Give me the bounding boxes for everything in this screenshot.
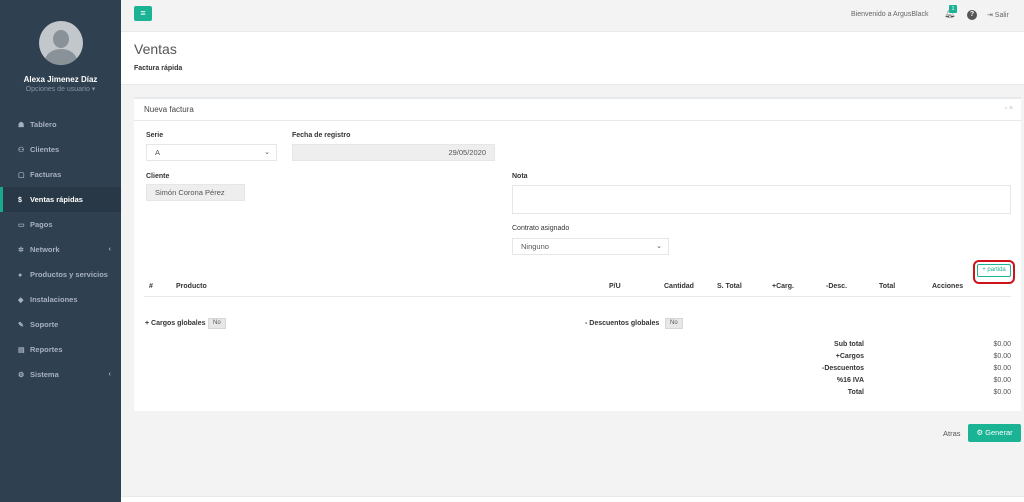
serie-label: Serie <box>146 132 164 139</box>
welcome-message: Bienvenido a ArgusBlack <box>851 11 929 18</box>
profile: Alexa Jimenez Díaz Opciones de usuario ▾ <box>0 0 121 105</box>
invoice-card: Nueva factura ▫ × Serie A ⌄ Fecha de reg… <box>134 97 1021 411</box>
cargos-globales-label: + Cargos globales <box>145 320 206 327</box>
sidebar-item-label: Pagos <box>30 220 53 229</box>
cargos-globales-toggle[interactable]: No <box>208 318 226 329</box>
cliente-field: Simón Corona Pérez <box>146 184 245 201</box>
support-icon: ✎ <box>18 322 24 329</box>
sidebar: Alexa Jimenez Díaz Opciones de usuario ▾… <box>0 0 121 502</box>
page-title: Ventas <box>134 41 177 57</box>
generate-button[interactable]: ⚙ Generar <box>968 424 1021 442</box>
sidebar-nav: ☗ Tablero ⚇ Clientes ▢ Facturas $ Ventas ráp… <box>0 112 121 387</box>
sidebar-item-instalaciones[interactable]: ◆ Instalaciones <box>0 287 121 312</box>
table-header-stotal: S. Total <box>717 283 742 290</box>
sidebar-item-label: Productos y servicios <box>30 270 108 279</box>
cliente-label: Cliente <box>146 173 170 180</box>
table-header-acciones: Acciones <box>932 283 964 290</box>
cargos-total-value: $0.00 <box>993 353 1011 360</box>
page-footer <box>121 496 1024 502</box>
descuentos-total-label: -Descuentos <box>821 365 864 372</box>
contrato-label: Contrato asignado <box>512 225 570 232</box>
chevron-left-icon: ‹ <box>108 246 111 253</box>
descuentos-globales-label: - Descuentos globales <box>585 320 660 327</box>
sidebar-item-reportes[interactable]: ▤ Reportes <box>0 337 121 362</box>
file-icon: ▢ <box>18 172 25 179</box>
dollar-icon: $ <box>18 197 22 204</box>
user-options-dropdown[interactable]: Opciones de usuario ▾ <box>0 85 121 93</box>
subtotal-value: $0.00 <box>993 341 1011 348</box>
serie-value: A <box>155 148 161 157</box>
sidebar-item-label: Facturas <box>30 170 62 179</box>
users-icon: ⚇ <box>18 147 25 154</box>
sidebar-item-label: Clientes <box>30 145 60 154</box>
sidebar-item-tablero[interactable]: ☗ Tablero <box>0 112 121 137</box>
descuentos-total-value: $0.00 <box>993 365 1011 372</box>
sidebar-item-label: Tablero <box>30 120 57 129</box>
table-header-num: # <box>149 283 153 290</box>
sidebar-item-label: Soporte <box>30 320 59 329</box>
nota-label: Nota <box>512 173 528 180</box>
card-title: Nueva factura <box>144 105 194 114</box>
report-icon: ▤ <box>18 347 25 354</box>
contrato-value: Ninguno <box>521 242 549 251</box>
table-header-descuentos: -Desc. <box>826 283 848 290</box>
total-value: $0.00 <box>993 389 1011 396</box>
card-header: Nueva factura ▫ × <box>134 99 1021 121</box>
table-header-cargos: +Carg. <box>772 283 794 290</box>
dashboard-icon: ☗ <box>18 122 25 129</box>
back-button[interactable]: Atras <box>943 429 961 438</box>
sidebar-item-clientes[interactable]: ⚇ Clientes <box>0 137 121 162</box>
table-header-cantidad: Cantidad <box>664 283 694 290</box>
gear-icon: ⚙ <box>18 372 25 379</box>
sidebar-item-label: Sistema <box>30 370 59 379</box>
network-icon: ✲ <box>18 247 24 254</box>
iva-label: %16 IVA <box>836 377 864 384</box>
logout-link[interactable]: ⇥ Salir <box>987 11 1009 19</box>
sidebar-item-facturas[interactable]: ▢ Facturas <box>0 162 121 187</box>
sidebar-item-label: Instalaciones <box>30 295 78 304</box>
subtotal-label: Sub total <box>834 341 864 348</box>
table-header-pu: P/U <box>609 283 621 290</box>
tag-icon: ● <box>18 272 23 279</box>
total-label: Total <box>847 389 864 396</box>
sidebar-item-label: Network <box>30 245 60 254</box>
chevron-down-icon: ⌄ <box>264 149 270 156</box>
sidebar-item-network[interactable]: ✲ Network ‹ <box>0 237 121 262</box>
fecha-field: 29/05/2020 <box>292 144 495 161</box>
money-icon: ▭ <box>18 222 25 229</box>
sidebar-item-sistema[interactable]: ⚙ Sistema ‹ <box>0 362 121 387</box>
contrato-select[interactable]: Ninguno ⌄ <box>512 238 669 255</box>
sidebar-item-productos[interactable]: ● Productos y servicios <box>0 262 121 287</box>
sidebar-item-label: Reportes <box>30 345 63 354</box>
descuentos-globales-toggle[interactable]: No <box>665 318 683 329</box>
sidebar-item-label: Ventas rápidas <box>30 195 83 204</box>
breadcrumb: Factura rápida <box>134 65 183 72</box>
page-header: Ventas Factura rápida <box>121 32 1024 85</box>
top-navbar: ≡ Bienvenido a ArgusBlack 🔔︎ 1 ? ⇥ Salir <box>121 0 1024 32</box>
sidebar-item-soporte[interactable]: ✎ Soporte <box>0 312 121 337</box>
table-divider <box>144 296 1011 297</box>
avatar[interactable] <box>39 21 83 65</box>
sidebar-item-ventas-rapidas[interactable]: $ Ventas rápidas <box>0 187 121 212</box>
add-partida-button[interactable]: + partida <box>977 264 1011 277</box>
notification-badge: 1 <box>949 5 957 13</box>
serie-select[interactable]: A ⌄ <box>146 144 277 161</box>
table-header-producto: Producto <box>176 283 207 290</box>
hamburger-menu-button[interactable]: ≡ <box>134 6 152 21</box>
card-tools-icon[interactable]: ▫ × <box>1004 105 1013 112</box>
table-header-total: Total <box>879 283 896 290</box>
nota-textarea[interactable] <box>512 185 1011 214</box>
chevron-left-icon: ‹ <box>108 371 111 378</box>
cargos-total-label: +Cargos <box>835 353 864 360</box>
user-name: Alexa Jimenez Díaz <box>23 75 98 84</box>
fecha-label: Fecha de registro <box>292 132 351 139</box>
wrench-icon: ◆ <box>18 297 24 304</box>
help-icon[interactable]: ? <box>967 10 977 20</box>
iva-value: $0.00 <box>993 377 1011 384</box>
chevron-down-icon: ⌄ <box>656 243 662 250</box>
sidebar-item-pagos[interactable]: ▭ Pagos <box>0 212 121 237</box>
